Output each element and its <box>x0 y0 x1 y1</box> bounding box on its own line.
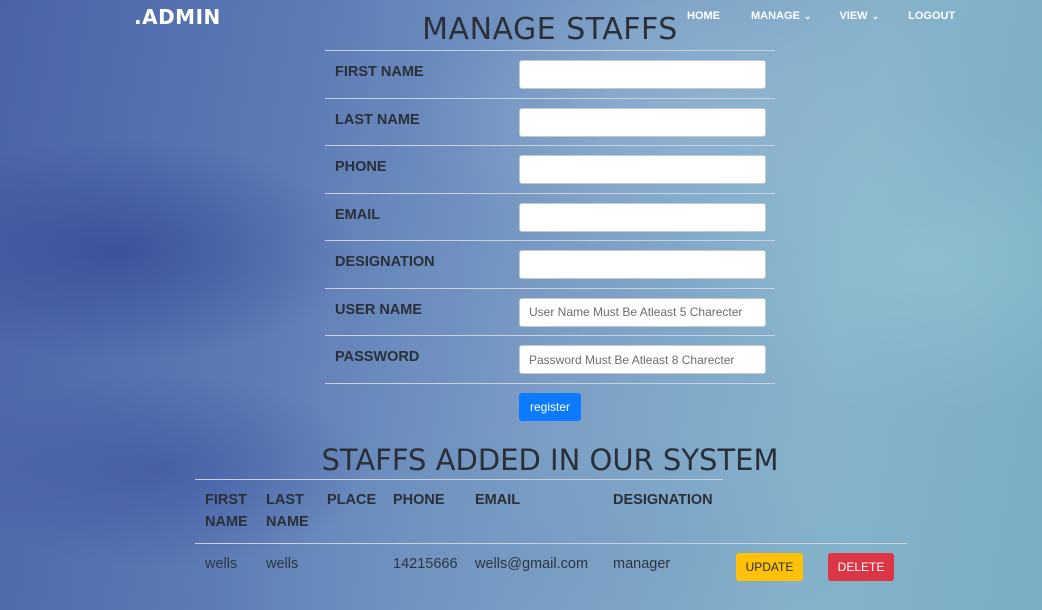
column-header-first-name: FIRST NAME <box>205 492 248 530</box>
email-label: EMAIL <box>335 206 381 223</box>
form-row-designation: DESIGNATION <box>325 241 775 289</box>
last-name-input[interactable] <box>519 107 766 137</box>
phone-input[interactable] <box>519 155 766 184</box>
register-button[interactable]: register <box>519 393 581 421</box>
password-label: PASSWORD <box>335 349 420 365</box>
nav-view-label[interactable]: VIEW <box>839 10 867 22</box>
staff-list-title: STAFFS ADDED IN OUR SYSTEM <box>321 443 779 477</box>
title-divider <box>195 479 723 480</box>
password-input[interactable] <box>519 345 766 374</box>
chevron-down-icon[interactable]: ⌄ <box>804 11 812 22</box>
designation-label: DESIGNATION <box>335 254 435 270</box>
cell-designation: manager <box>613 556 671 572</box>
form-row-phone: PHONE <box>325 146 775 194</box>
cell-email: wells@gmail.com <box>475 556 589 572</box>
page-title: MANAGE STAFFS <box>422 12 678 47</box>
form-row-first-name: FIRST NAME <box>325 51 775 99</box>
designation-input[interactable] <box>519 250 766 279</box>
column-header-last-name: LAST NAME <box>266 492 309 530</box>
first-name-label: FIRST NAME <box>335 64 424 80</box>
email-input[interactable] <box>519 202 766 232</box>
user-name-label: USER NAME <box>335 301 423 318</box>
last-name-label: LAST NAME <box>335 111 420 128</box>
form-row-last-name: LAST NAME <box>325 99 775 146</box>
column-header-email: EMAIL <box>475 492 521 508</box>
update-button[interactable]: UPDATE <box>736 553 803 581</box>
chevron-down-icon[interactable]: ⌄ <box>872 11 880 22</box>
delete-button[interactable]: DELETE <box>828 553 894 581</box>
staff-form: FIRST NAME LAST NAME PHONE EMAIL DESIGNA… <box>325 50 775 384</box>
form-row-user-name: USER NAME <box>325 289 775 336</box>
column-header-designation: DESIGNATION <box>613 492 713 508</box>
user-name-input[interactable] <box>519 297 766 327</box>
cell-last-name: wells <box>266 556 299 572</box>
nav-view-dropdown[interactable]: VIEW ⌄ <box>839 10 879 22</box>
cell-phone: 14215666 <box>393 556 458 572</box>
form-row-email: EMAIL <box>325 194 775 241</box>
brand-logo[interactable]: .ADMIN <box>134 5 221 29</box>
first-name-input[interactable] <box>519 60 766 89</box>
phone-label: PHONE <box>335 159 387 175</box>
header-divider <box>195 543 907 544</box>
nav-logout[interactable]: LOGOUT <box>908 10 955 22</box>
column-header-phone: PHONE <box>393 492 445 508</box>
column-header-place: PLACE <box>327 492 377 508</box>
form-row-password: PASSWORD <box>325 336 775 384</box>
nav-logout-label[interactable]: LOGOUT <box>908 10 955 22</box>
cell-first-name: wells <box>205 556 238 572</box>
